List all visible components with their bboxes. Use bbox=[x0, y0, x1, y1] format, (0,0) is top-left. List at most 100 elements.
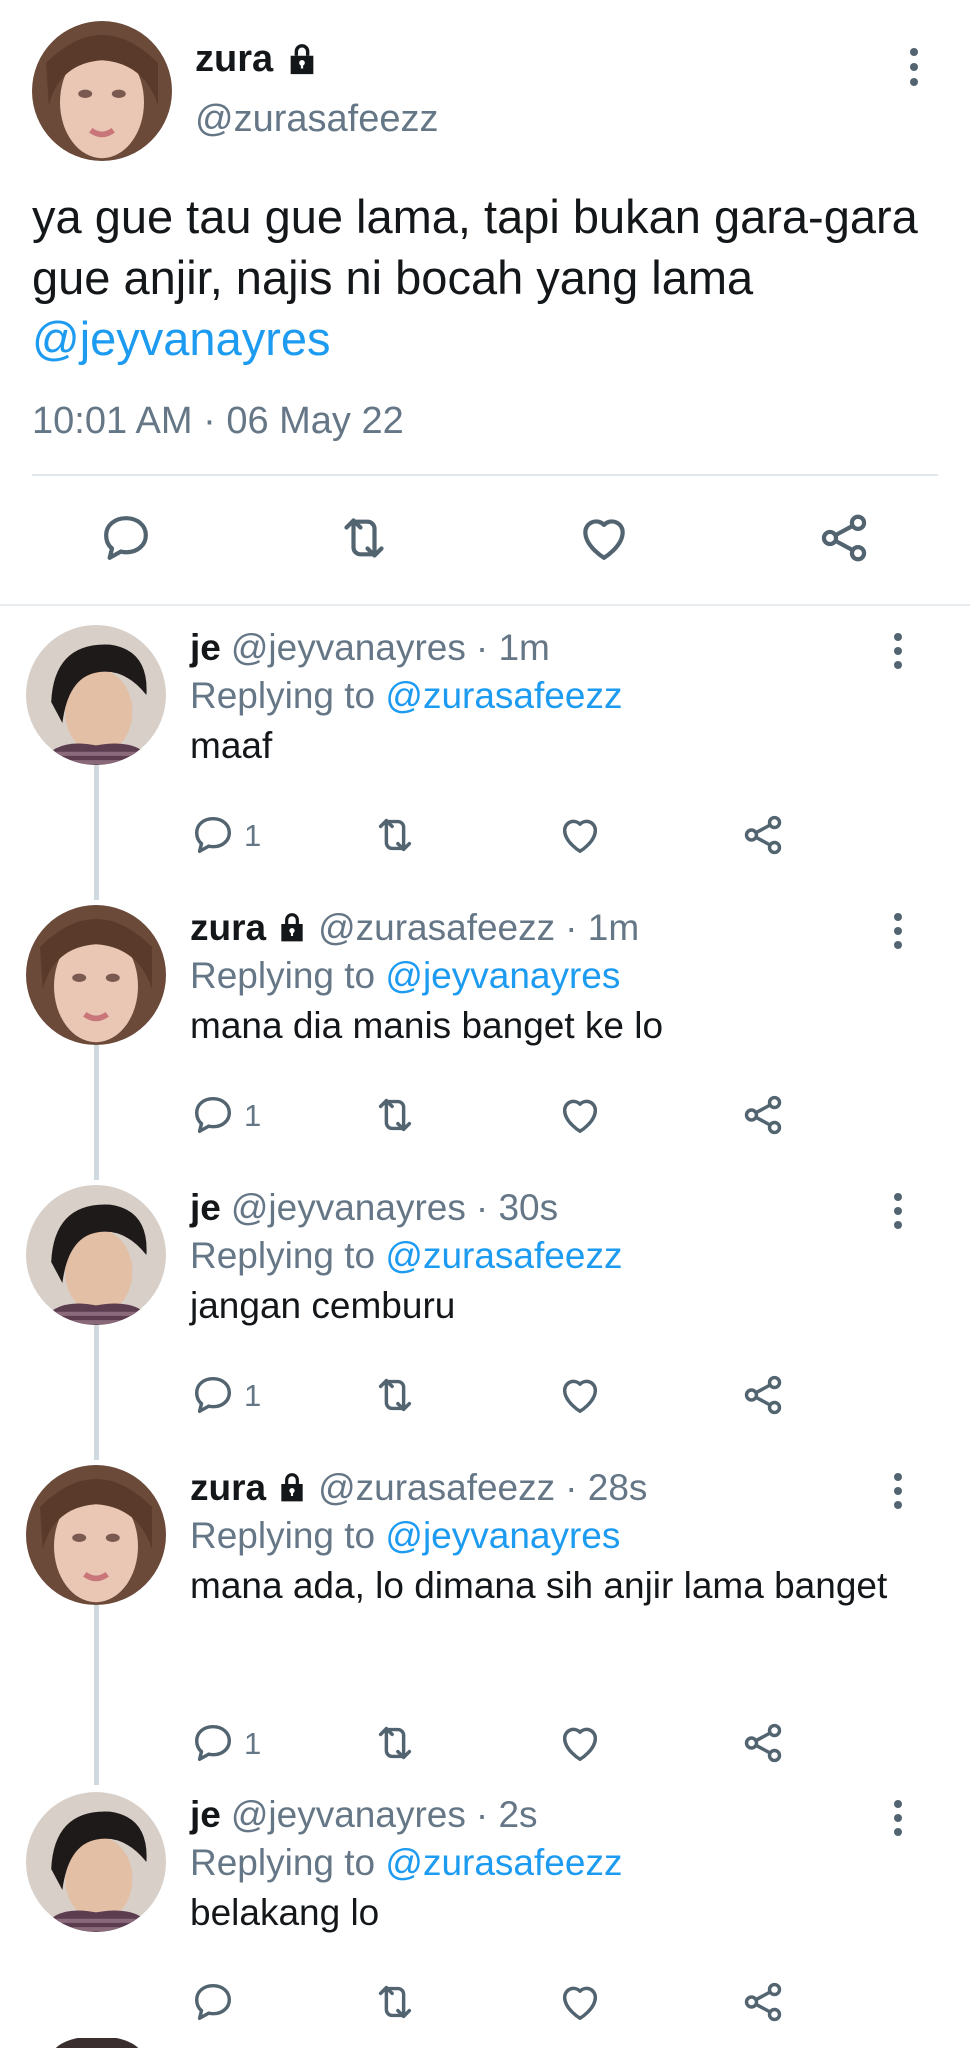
avatar[interactable] bbox=[26, 1792, 166, 1932]
retweet-icon[interactable] bbox=[372, 1720, 418, 1766]
author-name[interactable]: zura bbox=[195, 38, 319, 81]
reply-text: jangan cemburu bbox=[190, 1285, 456, 1326]
author-name[interactable]: zura bbox=[190, 907, 308, 949]
author-name[interactable]: je bbox=[190, 1187, 221, 1229]
reply-count: 1 bbox=[244, 1098, 262, 1133]
reply-count: 1 bbox=[244, 1378, 262, 1413]
avatar[interactable] bbox=[26, 1465, 166, 1605]
reply-tweet[interactable]: zura @zurasafeezz · 28s Replying to @jeyvan… bbox=[0, 1465, 970, 1763]
reply-count: 1 bbox=[244, 1726, 262, 1761]
share-icon[interactable] bbox=[740, 1979, 786, 2025]
author-name-text: je bbox=[190, 627, 221, 668]
author-handle[interactable]: @zurasafeezz bbox=[318, 907, 555, 949]
avatar-boy-icon bbox=[26, 1792, 166, 1932]
replying-to: Replying to @jeyvanayres bbox=[190, 1515, 620, 1557]
mention-link[interactable]: @zurasafeezz bbox=[385, 675, 622, 716]
more-options-icon[interactable] bbox=[888, 1800, 908, 1836]
like-icon[interactable] bbox=[557, 1372, 603, 1418]
more-options-icon[interactable] bbox=[888, 913, 908, 949]
share-icon[interactable] bbox=[816, 510, 872, 566]
like-icon[interactable] bbox=[557, 812, 603, 858]
share-icon[interactable] bbox=[740, 1372, 786, 1418]
avatar[interactable] bbox=[26, 625, 166, 765]
more-options-icon[interactable] bbox=[888, 1193, 908, 1229]
tweet-text: ya gue tau gue lama, tapi bukan gara-gar… bbox=[32, 186, 952, 369]
author-name-text: zura bbox=[190, 1467, 267, 1508]
avatar-girl-icon bbox=[26, 905, 166, 1045]
author-name-text: je bbox=[190, 1187, 221, 1228]
author-name[interactable]: je bbox=[190, 627, 221, 669]
like-icon[interactable] bbox=[557, 1720, 603, 1766]
more-options-icon[interactable] bbox=[904, 48, 924, 86]
mention-link[interactable]: @jeyvanayres bbox=[385, 1515, 620, 1556]
tweet-text-body: ya gue tau gue lama, tapi bukan gara-gar… bbox=[32, 190, 918, 304]
more-options-icon[interactable] bbox=[888, 1473, 908, 1509]
replying-to: Replying to @zurasafeezz bbox=[190, 675, 622, 717]
retweet-icon[interactable] bbox=[372, 812, 418, 858]
replying-to: Replying to @zurasafeezz bbox=[190, 1842, 622, 1884]
reply-header: je @jeyvanayres · 2s bbox=[190, 1794, 538, 1836]
replying-to-label: Replying to bbox=[190, 955, 386, 996]
replying-to-label: Replying to bbox=[190, 1515, 386, 1556]
lock-icon bbox=[276, 1472, 308, 1504]
section-divider bbox=[0, 604, 970, 606]
reply-icon[interactable] bbox=[190, 1092, 236, 1138]
avatar-boy-icon bbox=[26, 625, 166, 765]
reply-header: je @jeyvanayres · 1m bbox=[190, 627, 550, 669]
mention-link[interactable]: @zurasafeezz bbox=[385, 1235, 622, 1276]
more-options-icon[interactable] bbox=[888, 633, 908, 669]
avatar-boy-icon bbox=[26, 1185, 166, 1325]
reply-time: · 1m bbox=[565, 907, 640, 948]
like-icon[interactable] bbox=[557, 1092, 603, 1138]
avatar[interactable] bbox=[32, 21, 172, 161]
author-handle[interactable]: @jeyvanayres bbox=[231, 627, 466, 669]
reply-tweet[interactable]: je @jeyvanayres · 2s Replying to @zurasafee… bbox=[0, 1792, 970, 2048]
reply-actions: 1 bbox=[0, 1092, 970, 1142]
reply-header: zura @zurasafeezz · 28s bbox=[190, 1467, 647, 1509]
replying-to-label: Replying to bbox=[190, 1235, 386, 1276]
reply-actions: 1 bbox=[0, 1720, 970, 1770]
like-icon[interactable] bbox=[576, 510, 632, 566]
avatar-girl-icon bbox=[32, 21, 172, 161]
mention-link[interactable]: @jeyvanayres bbox=[385, 955, 620, 996]
reply-icon[interactable] bbox=[98, 510, 154, 566]
retweet-icon[interactable] bbox=[372, 1092, 418, 1138]
reply-header: je @jeyvanayres · 30s bbox=[190, 1187, 558, 1229]
reply-actions: 1 bbox=[0, 812, 970, 862]
reply-text: belakang lo bbox=[190, 1892, 380, 1933]
author-handle[interactable]: @jeyvanayres bbox=[231, 1187, 466, 1229]
reply-tweet[interactable]: zura @zurasafeezz · 1m Replying to @jeyvana… bbox=[0, 905, 970, 1165]
reply-time: · 1m bbox=[475, 627, 550, 668]
reply-icon[interactable] bbox=[190, 1720, 236, 1766]
retweet-icon[interactable] bbox=[372, 1372, 418, 1418]
like-icon[interactable] bbox=[557, 1979, 603, 2025]
replying-to: Replying to @zurasafeezz bbox=[190, 1235, 622, 1277]
reply-count: 1 bbox=[244, 818, 262, 853]
reply-header: zura @zurasafeezz · 1m bbox=[190, 907, 639, 949]
reply-text: mana ada, lo dimana sih anjir lama bange… bbox=[190, 1565, 888, 1606]
avatar[interactable] bbox=[26, 905, 166, 1045]
reply-icon[interactable] bbox=[190, 1372, 236, 1418]
retweet-icon[interactable] bbox=[372, 1979, 418, 2025]
avatar[interactable] bbox=[26, 1185, 166, 1325]
author-name[interactable]: je bbox=[190, 1794, 221, 1836]
author-name-text: je bbox=[190, 1794, 221, 1835]
share-icon[interactable] bbox=[740, 1720, 786, 1766]
reply-time: · 30s bbox=[475, 1187, 559, 1228]
author-handle[interactable]: @jeyvanayres bbox=[231, 1794, 466, 1836]
mention-link[interactable]: @jeyvanayres bbox=[32, 312, 331, 365]
author-handle[interactable]: @zurasafeezz bbox=[318, 1467, 555, 1509]
author-name[interactable]: zura bbox=[190, 1467, 308, 1509]
reply-tweet[interactable]: je @jeyvanayres · 1m Replying to @zurasafee… bbox=[0, 625, 970, 885]
reply-time: · 2s bbox=[475, 1794, 538, 1835]
retweet-icon[interactable] bbox=[336, 510, 392, 566]
author-handle[interactable]: @zurasafeezz bbox=[195, 98, 438, 141]
reply-tweet[interactable]: je @jeyvanayres · 30s Replying to @zurasafe… bbox=[0, 1185, 970, 1445]
reply-icon[interactable] bbox=[190, 812, 236, 858]
share-icon[interactable] bbox=[740, 1092, 786, 1138]
mention-link[interactable]: @zurasafeezz bbox=[385, 1842, 622, 1883]
reply-text: maaf bbox=[190, 725, 273, 766]
reply-icon[interactable] bbox=[190, 1979, 236, 2025]
tweet-actions bbox=[0, 510, 970, 570]
share-icon[interactable] bbox=[740, 812, 786, 858]
